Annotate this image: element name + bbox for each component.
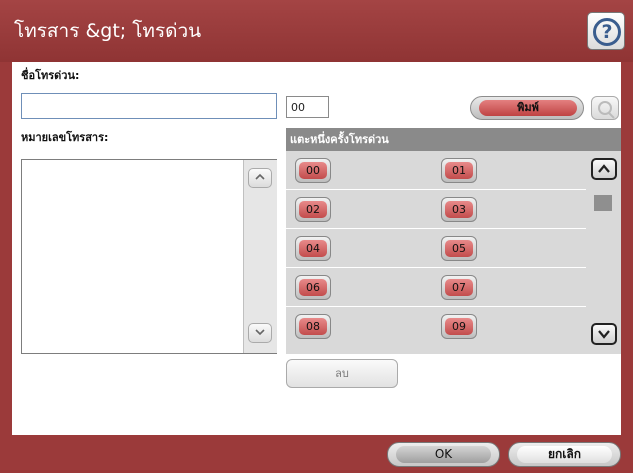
- print-button[interactable]: พิมพ์: [470, 96, 584, 120]
- speed-dial-row: 06 07: [286, 268, 586, 307]
- speed-dial-header: แตะหนึ่งครั้งโทรด่วน: [286, 128, 621, 151]
- speed-dial-panel: ชื่อโทรด่วน: 00 พิมพ์ หมายเลขโทรสาร: แตะ…: [12, 62, 621, 435]
- speed-dial-button-01[interactable]: 01: [441, 158, 477, 183]
- speed-dial-button-03[interactable]: 03: [441, 197, 477, 222]
- speed-dial-button-05[interactable]: 05: [441, 236, 477, 261]
- speed-dial-number-field[interactable]: 00: [286, 96, 329, 118]
- chevron-down-icon: [255, 329, 265, 336]
- list-scroll-up-button[interactable]: [248, 168, 272, 188]
- speed-dial-label: 09: [445, 318, 473, 335]
- speed-dial-scrollbar[interactable]: [586, 151, 621, 354]
- fax-numbers-list[interactable]: [21, 159, 277, 354]
- speed-dial-row: 04 05: [286, 229, 586, 268]
- title-bar: โทรสาร &gt; โทรด่วน ?: [0, 0, 633, 62]
- chevron-up-icon: [255, 173, 265, 180]
- delete-button[interactable]: ลบ: [286, 359, 398, 388]
- ok-button[interactable]: OK: [387, 442, 500, 467]
- list-scroll-down-button[interactable]: [248, 323, 272, 343]
- ok-button-label: OK: [396, 446, 491, 463]
- page-title: โทรสาร &gt; โทรด่วน: [14, 20, 202, 42]
- speed-dial-label: 00: [299, 162, 327, 179]
- speed-dial-label: 05: [445, 240, 473, 257]
- speed-dial-row: 00 01: [286, 151, 586, 190]
- cancel-button-label: ยกเลิก: [517, 446, 612, 463]
- chevron-down-icon: [598, 330, 610, 339]
- search-icon-handle: [608, 112, 615, 119]
- speed-dial-button-02[interactable]: 02: [295, 197, 331, 222]
- speed-dial-label: 02: [299, 201, 327, 218]
- speed-dial-label: 07: [445, 279, 473, 296]
- cancel-button[interactable]: ยกเลิก: [508, 442, 621, 467]
- speed-dial-grid: 00 01 02 03 04 05 06 07 08 09: [286, 151, 621, 354]
- speed-dial-label: 01: [445, 162, 473, 179]
- speed-dial-row: 08 09: [286, 307, 586, 346]
- speed-dial-label: 03: [445, 201, 473, 218]
- fax-numbers-label: หมายเลขโทรสาร:: [21, 131, 109, 144]
- speed-dial-button-09[interactable]: 09: [441, 314, 477, 339]
- speed-dial-button-06[interactable]: 06: [295, 275, 331, 300]
- speed-dial-row: 02 03: [286, 190, 586, 229]
- dialog-frame: โทรสาร &gt; โทรด่วน ? ชื่อโทรด่วน: 00 พิ…: [0, 0, 633, 473]
- scroll-thumb[interactable]: [594, 195, 612, 211]
- speed-dial-button-00[interactable]: 00: [295, 158, 331, 183]
- speed-dial-label: 06: [299, 279, 327, 296]
- speed-dial-button-08[interactable]: 08: [295, 314, 331, 339]
- help-button[interactable]: ?: [587, 12, 625, 50]
- print-button-label: พิมพ์: [479, 100, 577, 116]
- speed-dial-button-04[interactable]: 04: [295, 236, 331, 261]
- help-icon: ?: [593, 18, 621, 46]
- speed-dial-label: 04: [299, 240, 327, 257]
- search-button[interactable]: [591, 96, 619, 120]
- fax-name-input[interactable]: [21, 93, 277, 119]
- speed-dial-label: 08: [299, 318, 327, 335]
- speed-dial-scroll-down-button[interactable]: [591, 323, 617, 345]
- speed-dial-scroll-up-button[interactable]: [591, 158, 617, 180]
- fax-name-label: ชื่อโทรด่วน:: [21, 69, 80, 82]
- speed-dial-button-07[interactable]: 07: [441, 275, 477, 300]
- fax-numbers-scrollbar[interactable]: [243, 160, 277, 353]
- chevron-up-icon: [598, 164, 610, 173]
